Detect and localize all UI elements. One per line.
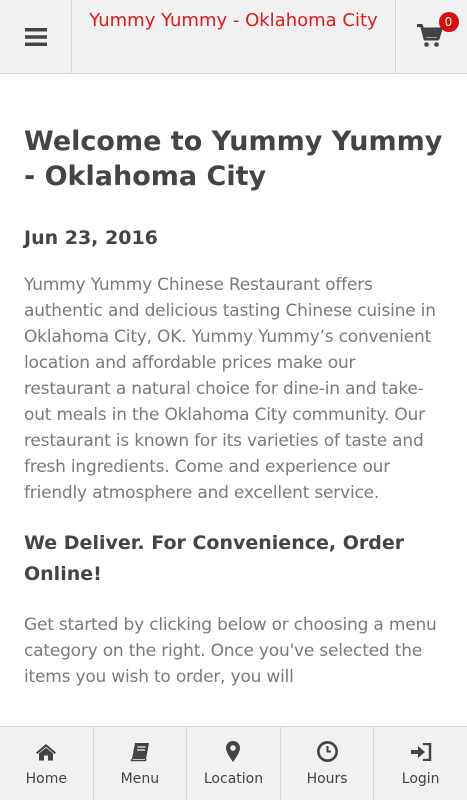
sign-in-icon <box>410 742 431 761</box>
map-marker-icon <box>226 741 241 762</box>
clock-icon <box>316 741 338 762</box>
home-icon <box>36 743 57 760</box>
cart-icon <box>416 24 442 47</box>
delivery-heading: We Deliver. For Convenience, Order Onlin… <box>24 532 405 585</box>
top-bar: Yummy Yummy - Oklahoma City 0 <box>0 0 467 74</box>
nav-hours-label: Hours <box>306 770 348 787</box>
nav-login[interactable]: Login <box>374 727 467 800</box>
hamburger-icon <box>24 28 47 46</box>
book-icon <box>130 742 149 761</box>
cart-button[interactable]: 0 <box>395 0 467 74</box>
main-content: Welcome to Yummy Yummy - Oklahoma City J… <box>0 74 467 726</box>
nav-location-label: Location <box>203 770 264 787</box>
nav-home[interactable]: Home <box>0 727 94 800</box>
site-title[interactable]: Yummy Yummy - Oklahoma City <box>72 10 395 31</box>
nav-login-label: Login <box>401 770 440 787</box>
order-paragraph: Get started by clicking below or choosin… <box>24 615 437 687</box>
post-date: Jun 23, 2016 <box>24 227 158 249</box>
nav-home-label: Home <box>25 770 67 787</box>
nav-menu[interactable]: Menu <box>94 727 188 800</box>
nav-location[interactable]: Location <box>187 727 281 800</box>
menu-toggle-button[interactable] <box>0 0 72 74</box>
nav-hours[interactable]: Hours <box>281 727 375 800</box>
nav-menu-label: Menu <box>120 770 160 787</box>
bottom-nav: Home Menu Location Hours Login <box>0 726 467 800</box>
intro-paragraph: Yummy Yummy Chinese Restaurant offers au… <box>24 275 436 503</box>
page-title: Welcome to Yummy Yummy - Oklahoma City <box>24 126 443 192</box>
cart-count-badge: 0 <box>438 12 459 32</box>
